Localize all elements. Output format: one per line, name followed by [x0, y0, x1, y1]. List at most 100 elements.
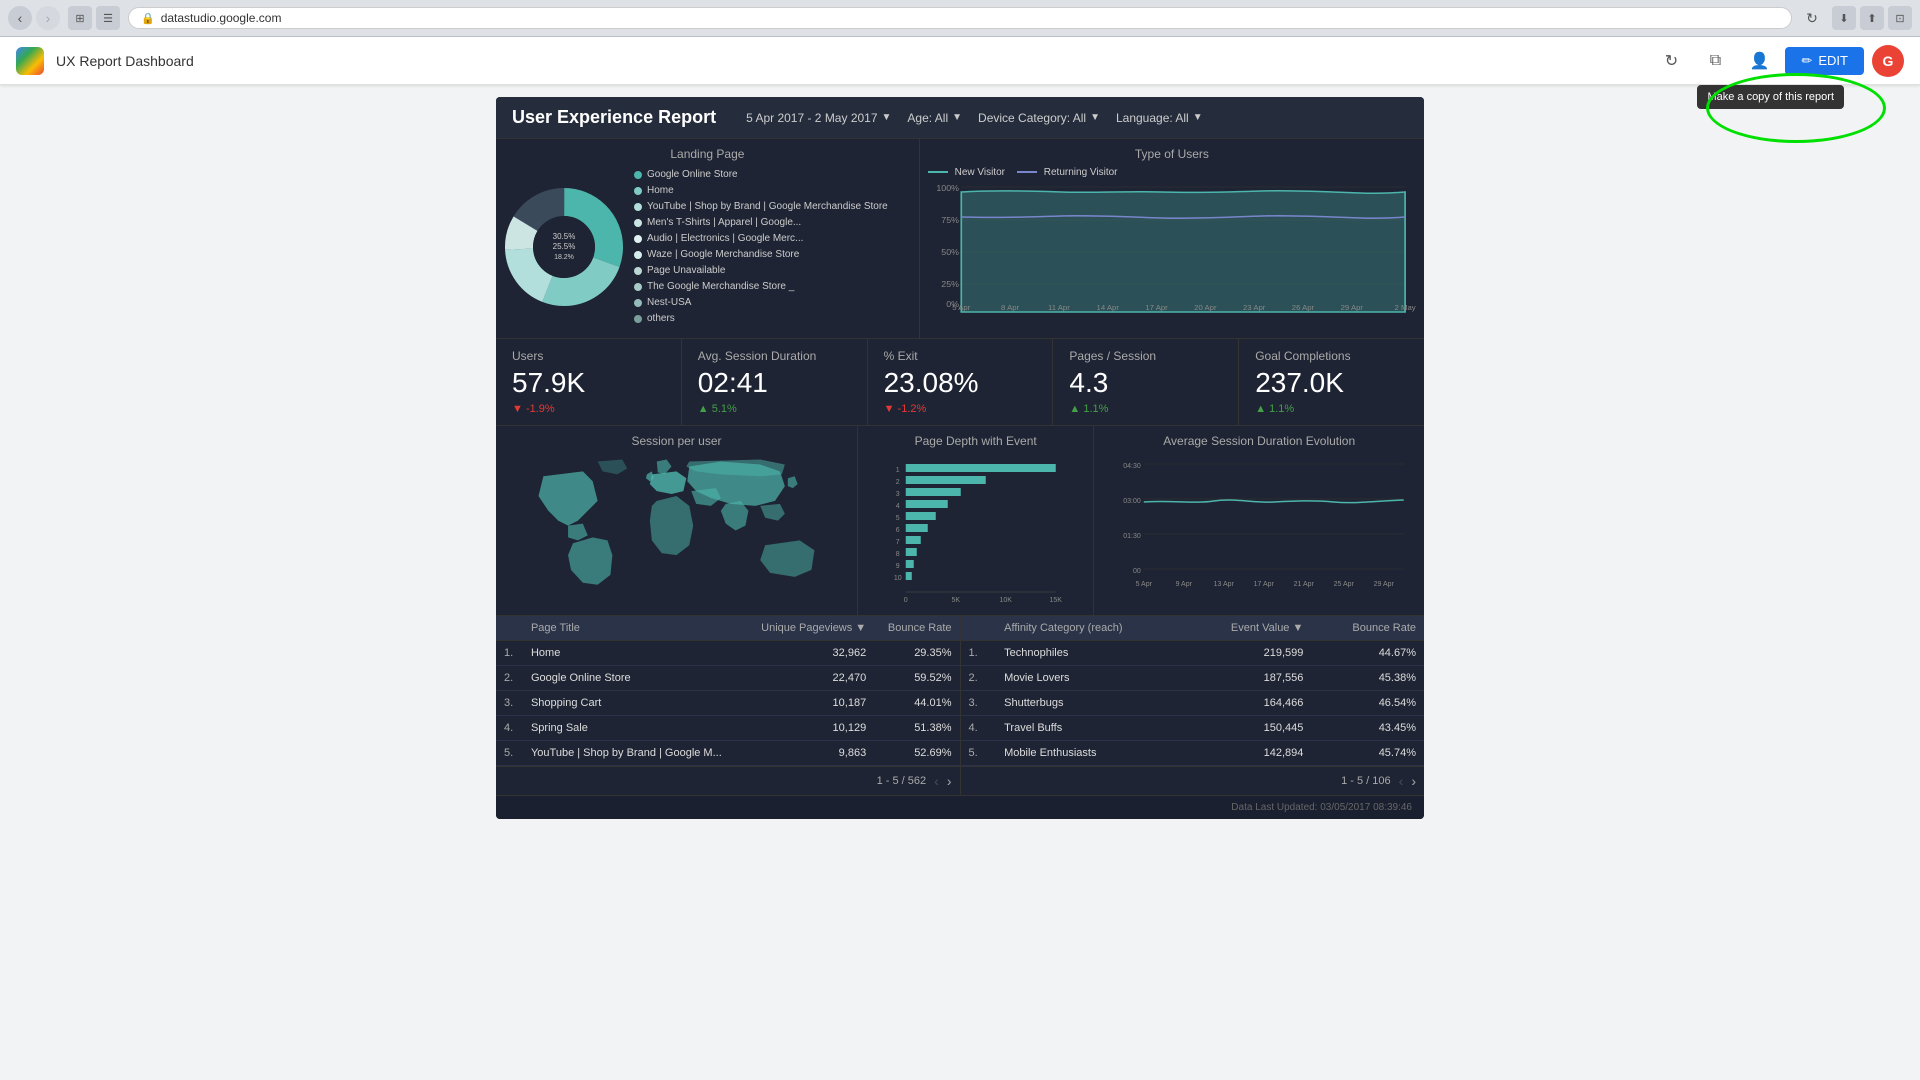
new-visitor-label: New Visitor — [955, 167, 1005, 178]
page-depth-section: Page Depth with Event 1 2 3 4 5 6 7 8 9 … — [858, 426, 1095, 615]
legend-item-9: Nest-USA — [634, 295, 888, 311]
row-num-5: 5. — [496, 741, 523, 766]
filter-group: 5 Apr 2017 - 2 May 2017 ▼ Age: All ▼ Dev… — [746, 111, 1203, 125]
report-container: User Experience Report 5 Apr 2017 - 2 Ma… — [496, 97, 1424, 819]
row-num-1: 1. — [496, 641, 523, 666]
metric-session-value: 02:41 — [698, 367, 851, 399]
refresh-report-button[interactable]: ↻ — [1653, 43, 1689, 79]
metric-exit-value: 23.08% — [884, 367, 1037, 399]
affinity-table-prev[interactable]: ‹ — [1399, 773, 1404, 789]
copy-report-button[interactable]: ⧉ — [1697, 43, 1733, 79]
svg-text:5 Apr: 5 Apr — [1136, 581, 1153, 588]
download-btn[interactable]: ⬇ — [1832, 6, 1856, 30]
page-table-prev[interactable]: ‹ — [934, 773, 939, 789]
landing-page-section: Landing Page — [496, 139, 920, 338]
svg-text:04:30: 04:30 — [1124, 463, 1142, 470]
svg-text:5K: 5K — [951, 597, 960, 604]
svg-text:25.5%: 25.5% — [553, 242, 576, 251]
device-filter[interactable]: Device Category: All ▼ — [978, 111, 1100, 125]
metric-goal-label: Goal Completions — [1255, 349, 1408, 363]
report-title: User Experience Report — [512, 107, 716, 128]
type-users-chart: 100% 75% 50% 25% 0% 5 Apr 8 Apr 11 Apr — [928, 182, 1416, 322]
language-filter-text: Language: All — [1116, 111, 1189, 125]
table-row: 5. Mobile Enthusiasts 142,894 45.74% — [961, 741, 1425, 766]
metric-pages: Pages / Session 4.3 ▲ 1.1% — [1053, 339, 1239, 425]
legend-label-1: Google Online Store — [647, 167, 738, 183]
svg-text:10: 10 — [894, 575, 902, 582]
affinity-title-2: Movie Lovers — [996, 666, 1186, 691]
edit-button[interactable]: ✏ EDIT — [1785, 47, 1864, 75]
affinity-value-5: 142,894 — [1186, 741, 1311, 766]
affinity-title-5: Mobile Enthusiasts — [996, 741, 1186, 766]
svg-text:14 Apr: 14 Apr — [1096, 303, 1119, 312]
metric-pages-change: ▲ 1.1% — [1069, 403, 1222, 415]
page-table: Page Title Unique Pageviews ▼ Bounce Rat… — [496, 616, 960, 766]
col-num — [496, 616, 523, 641]
legend-dot-7 — [634, 267, 642, 275]
svg-text:26 Apr: 26 Apr — [1292, 303, 1315, 312]
svg-text:03:00: 03:00 — [1124, 498, 1142, 505]
window-buttons: ⊞ ☰ — [68, 6, 120, 30]
reader-btn[interactable]: ☰ — [96, 6, 120, 30]
svg-text:9 Apr: 9 Apr — [1176, 581, 1193, 588]
age-arrow: ▼ — [952, 112, 962, 123]
row-title-5: YouTube | Shop by Brand | Google M... — [523, 741, 745, 766]
table-row: 5. YouTube | Shop by Brand | Google M...… — [496, 741, 960, 766]
type-users-title: Type of Users — [928, 147, 1416, 161]
back-button[interactable]: ‹ — [8, 6, 32, 30]
affinity-bounce-3: 46.54% — [1311, 691, 1424, 716]
bar-5 — [906, 512, 936, 520]
age-filter[interactable]: Age: All ▼ — [907, 111, 962, 125]
svg-text:6: 6 — [896, 527, 900, 534]
svg-text:0: 0 — [904, 597, 908, 604]
table-row: 1. Technophiles 219,599 44.67% — [961, 641, 1425, 666]
row-views-4: 10,129 — [745, 716, 875, 741]
type-users-svg: 100% 75% 50% 25% 0% 5 Apr 8 Apr 11 Apr — [928, 182, 1416, 312]
header-right: ↻ ⧉ 👤 ✏ EDIT G Make a copy of this repor… — [1653, 43, 1904, 79]
legend-label-3: YouTube | Shop by Brand | Google Merchan… — [647, 199, 888, 215]
table-row: 3. Shopping Cart 10,187 44.01% — [496, 691, 960, 716]
metric-users-label: Users — [512, 349, 665, 363]
svg-text:23 Apr: 23 Apr — [1243, 303, 1266, 312]
forward-button[interactable]: › — [36, 6, 60, 30]
affinity-table-footer: 1 - 5 / 106 ‹ › — [961, 766, 1425, 795]
reload-button[interactable]: ↻ — [1800, 6, 1824, 30]
legend-dot-6 — [634, 251, 642, 259]
metric-pages-value: 4.3 — [1069, 367, 1222, 399]
row-bounce-2: 59.52% — [874, 666, 959, 691]
browser-nav-buttons: ‹ › — [8, 6, 60, 30]
metric-goal-change: ▲ 1.1% — [1255, 403, 1408, 415]
share-report-button[interactable]: 👤 — [1741, 43, 1777, 79]
date-range-filter[interactable]: 5 Apr 2017 - 2 May 2017 ▼ — [746, 111, 891, 125]
avatar[interactable]: G — [1872, 45, 1904, 77]
row-title-1: Home — [523, 641, 745, 666]
affinity-num-3: 3. — [961, 691, 997, 716]
language-filter[interactable]: Language: All ▼ — [1116, 111, 1203, 125]
address-bar[interactable]: 🔒 datastudio.google.com — [128, 7, 1792, 29]
affinity-table-next[interactable]: › — [1411, 773, 1416, 789]
session-per-user-title: Session per user — [504, 434, 849, 448]
tab-btn[interactable]: ⊞ — [68, 6, 92, 30]
affinity-bounce-1: 44.67% — [1311, 641, 1424, 666]
legend-item-2: Home — [634, 183, 888, 199]
row-views-1: 32,962 — [745, 641, 875, 666]
svg-text:29 Apr: 29 Apr — [1340, 303, 1363, 312]
donut-chart: 30.5% 25.5% 18.2% — [504, 187, 624, 307]
fullscreen-btn[interactable]: ⊡ — [1888, 6, 1912, 30]
bar-3 — [906, 488, 961, 496]
bar-8 — [906, 548, 917, 556]
table-row: 2. Google Online Store 22,470 59.52% — [496, 666, 960, 691]
svg-text:7: 7 — [896, 539, 900, 546]
page-table-next[interactable]: › — [947, 773, 952, 789]
metric-session: Avg. Session Duration 02:41 ▲ 5.1% — [682, 339, 868, 425]
legend-label-10: others — [647, 311, 675, 327]
affinity-num-1: 1. — [961, 641, 997, 666]
svg-text:2 May: 2 May — [1394, 303, 1415, 312]
share-btn[interactable]: ⬆ — [1860, 6, 1884, 30]
affinity-table: Affinity Category (reach) Event Value ▼ … — [961, 616, 1425, 766]
donut-container: 30.5% 25.5% 18.2% Google Online Store Ho… — [504, 167, 911, 327]
device-filter-text: Device Category: All — [978, 111, 1086, 125]
page-table-pagination: 1 - 5 / 562 — [877, 775, 927, 787]
bar-1 — [906, 464, 1056, 472]
copy-tooltip: Make a copy of this report — [1697, 85, 1844, 109]
